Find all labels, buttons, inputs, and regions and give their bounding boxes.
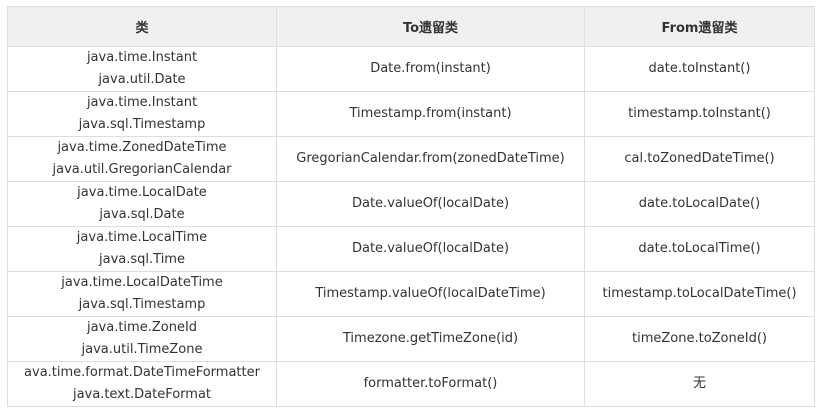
- to-legacy-cell: Date.valueOf(localDate): [276, 226, 585, 272]
- conversion-table-container: 类 To遗留类 From遗留类 java.time.Instant java.u…: [7, 6, 815, 407]
- to-legacy-cell: Date.from(instant): [276, 46, 585, 92]
- legacy-class: java.text.DateFormat: [72, 387, 212, 402]
- modern-class: java.time.LocalTime: [76, 230, 208, 245]
- to-legacy-cell: Timezone.getTimeZone(id): [276, 316, 585, 362]
- class-cell: ava.time.format.DateTimeFormatter java.t…: [7, 361, 277, 407]
- to-legacy-cell: GregorianCalendar.from(zonedDateTime): [276, 136, 585, 182]
- legacy-class: java.util.Date: [98, 72, 186, 87]
- table-row: java.time.LocalTime java.sql.Time Date.v…: [7, 226, 815, 272]
- from-legacy-cell: 无: [584, 361, 815, 407]
- legacy-class: java.sql.Date: [99, 207, 185, 222]
- modern-class: ava.time.format.DateTimeFormatter: [24, 365, 260, 380]
- header-row: 类 To遗留类 From遗留类: [7, 6, 815, 47]
- legacy-class: java.sql.Time: [99, 252, 185, 267]
- table-row: ava.time.format.DateTimeFormatter java.t…: [7, 361, 815, 407]
- table-row: java.time.ZoneId java.util.TimeZone Time…: [7, 316, 815, 362]
- from-legacy-cell: date.toLocalTime(): [584, 226, 815, 272]
- modern-class: java.time.Instant: [86, 95, 198, 110]
- legacy-class: java.sql.Timestamp: [78, 297, 206, 312]
- conversion-table: 类 To遗留类 From遗留类 java.time.Instant java.u…: [7, 6, 815, 407]
- class-cell: java.time.Instant java.sql.Timestamp: [7, 91, 277, 137]
- table-header: 类 To遗留类 From遗留类: [7, 6, 815, 47]
- to-legacy-cell: Timestamp.from(instant): [276, 91, 585, 137]
- modern-class: java.time.ZonedDateTime: [57, 140, 227, 155]
- class-cell: java.time.LocalDateTime java.sql.Timesta…: [7, 271, 277, 317]
- modern-class: java.time.LocalDateTime: [61, 275, 223, 290]
- class-cell: java.time.LocalTime java.sql.Time: [7, 226, 277, 272]
- header-class: 类: [7, 6, 277, 47]
- from-legacy-cell: date.toInstant(): [584, 46, 815, 92]
- class-cell: java.time.LocalDate java.sql.Date: [7, 181, 277, 227]
- to-legacy-cell: Timestamp.valueOf(localDateTime): [276, 271, 585, 317]
- from-legacy-cell: cal.toZonedDateTime(): [584, 136, 815, 182]
- table-body: java.time.Instant java.util.Date Date.fr…: [7, 46, 815, 407]
- table-row: java.time.Instant java.sql.Timestamp Tim…: [7, 91, 815, 137]
- to-legacy-cell: formatter.toFormat(): [276, 361, 585, 407]
- class-cell: java.time.Instant java.util.Date: [7, 46, 277, 92]
- from-legacy-cell: timestamp.toInstant(): [584, 91, 815, 137]
- legacy-class: java.util.GregorianCalendar: [52, 162, 232, 177]
- from-legacy-cell: date.toLocalDate(): [584, 181, 815, 227]
- modern-class: java.time.ZoneId: [86, 320, 198, 335]
- modern-class: java.time.LocalDate: [77, 185, 207, 200]
- from-legacy-cell: timeZone.toZoneId(): [584, 316, 815, 362]
- header-from-legacy: From遗留类: [584, 6, 815, 47]
- legacy-class: java.util.TimeZone: [81, 342, 203, 357]
- table-row: java.time.ZonedDateTime java.util.Gregor…: [7, 136, 815, 182]
- from-legacy-cell: timestamp.toLocalDateTime(): [584, 271, 815, 317]
- table-row: java.time.LocalDateTime java.sql.Timesta…: [7, 271, 815, 317]
- class-cell: java.time.ZoneId java.util.TimeZone: [7, 316, 277, 362]
- to-legacy-cell: Date.valueOf(localDate): [276, 181, 585, 227]
- modern-class: java.time.Instant: [86, 50, 198, 65]
- header-to-legacy: To遗留类: [276, 6, 585, 47]
- class-cell: java.time.ZonedDateTime java.util.Gregor…: [7, 136, 277, 182]
- table-row: java.time.Instant java.util.Date Date.fr…: [7, 46, 815, 92]
- table-row: java.time.LocalDate java.sql.Date Date.v…: [7, 181, 815, 227]
- legacy-class: java.sql.Timestamp: [78, 117, 206, 132]
